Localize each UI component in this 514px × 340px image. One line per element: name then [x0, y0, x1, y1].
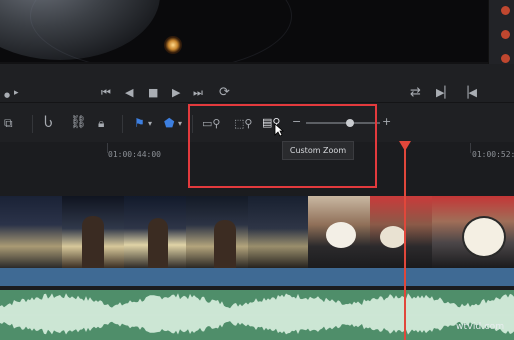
clip-layout-icon[interactable]: ⧉	[4, 115, 13, 131]
custom-zoom-tooltip: Custom Zoom	[282, 141, 354, 160]
person-silhouette	[214, 220, 236, 268]
record-indicator[interactable]	[501, 30, 510, 39]
link-icon[interactable]: ⛓	[70, 115, 87, 131]
ruler-tick	[470, 143, 471, 153]
video-clip-thumbnail[interactable]	[248, 196, 308, 268]
marker-icon[interactable]: ⬟	[164, 115, 174, 131]
video-clip-thumbnail[interactable]	[0, 196, 62, 268]
stop-icon[interactable]: ■	[148, 86, 158, 100]
hat-shape	[462, 216, 506, 258]
preview-light-flare	[164, 36, 182, 54]
preview-orbit	[30, 0, 292, 62]
transport-dot-icon: ●	[4, 91, 11, 99]
match-frame-icon[interactable]: ⇄	[410, 86, 421, 100]
next-marker-icon[interactable]: ▶▏	[436, 86, 453, 100]
prev-marker-icon[interactable]: ▕◀	[460, 86, 477, 100]
toolbar-separator	[32, 115, 33, 133]
hat-shape	[326, 222, 356, 248]
loop-icon[interactable]: ⟳	[219, 86, 230, 100]
video-clip-bar[interactable]	[0, 268, 514, 286]
flag-dropdown-icon[interactable]: ▾	[148, 116, 152, 132]
audio-waveform	[0, 293, 514, 335]
timecode-label: 01:00:52:00	[472, 150, 514, 159]
timecode-label: 01:00:44:00	[108, 150, 161, 159]
skip-to-start-icon[interactable]: ⏮	[101, 86, 111, 100]
video-clip-thumbnail[interactable]	[370, 196, 432, 268]
video-track[interactable]	[0, 196, 514, 268]
toolbar-separator	[122, 115, 123, 133]
marker-dropdown-icon[interactable]: ▾	[178, 116, 182, 132]
dropdown-chevron-icon[interactable]: ▸	[14, 86, 19, 100]
person-silhouette	[148, 218, 168, 268]
zoom-in-button[interactable]: +	[382, 114, 391, 130]
playhead-handle[interactable]	[399, 141, 411, 151]
snapping-magnet-icon[interactable]: Ⴑ	[44, 115, 53, 131]
playhead-line[interactable]	[404, 144, 406, 340]
person-silhouette	[82, 216, 104, 268]
audio-track[interactable]	[0, 290, 514, 340]
video-clip-thumbnail[interactable]	[62, 196, 124, 268]
video-clip-thumbnail[interactable]	[186, 196, 248, 268]
transport-rail	[488, 64, 514, 102]
record-indicator[interactable]	[501, 6, 510, 15]
flag-icon[interactable]: ⚑	[134, 115, 145, 131]
lock-icon[interactable]: 🔒︎	[98, 115, 104, 131]
video-clip-thumbnail[interactable]	[124, 196, 186, 268]
video-clip-thumbnail[interactable]	[308, 196, 370, 268]
play-icon[interactable]: ▶	[172, 86, 180, 100]
hat-shape	[380, 226, 406, 248]
watermark-text: wtvid.com	[456, 322, 505, 332]
video-clip-thumbnail[interactable]	[432, 196, 514, 268]
record-indicator[interactable]	[501, 54, 510, 63]
transport-bar: ● ▸ ⏮ ◀ ■ ▶ ⏭ ⟳ ⇄ ▶▏ ▕◀	[0, 64, 488, 102]
step-back-icon[interactable]: ◀	[125, 86, 133, 100]
viewer-preview	[0, 0, 488, 62]
skip-to-end-icon[interactable]: ⏭	[193, 86, 203, 100]
